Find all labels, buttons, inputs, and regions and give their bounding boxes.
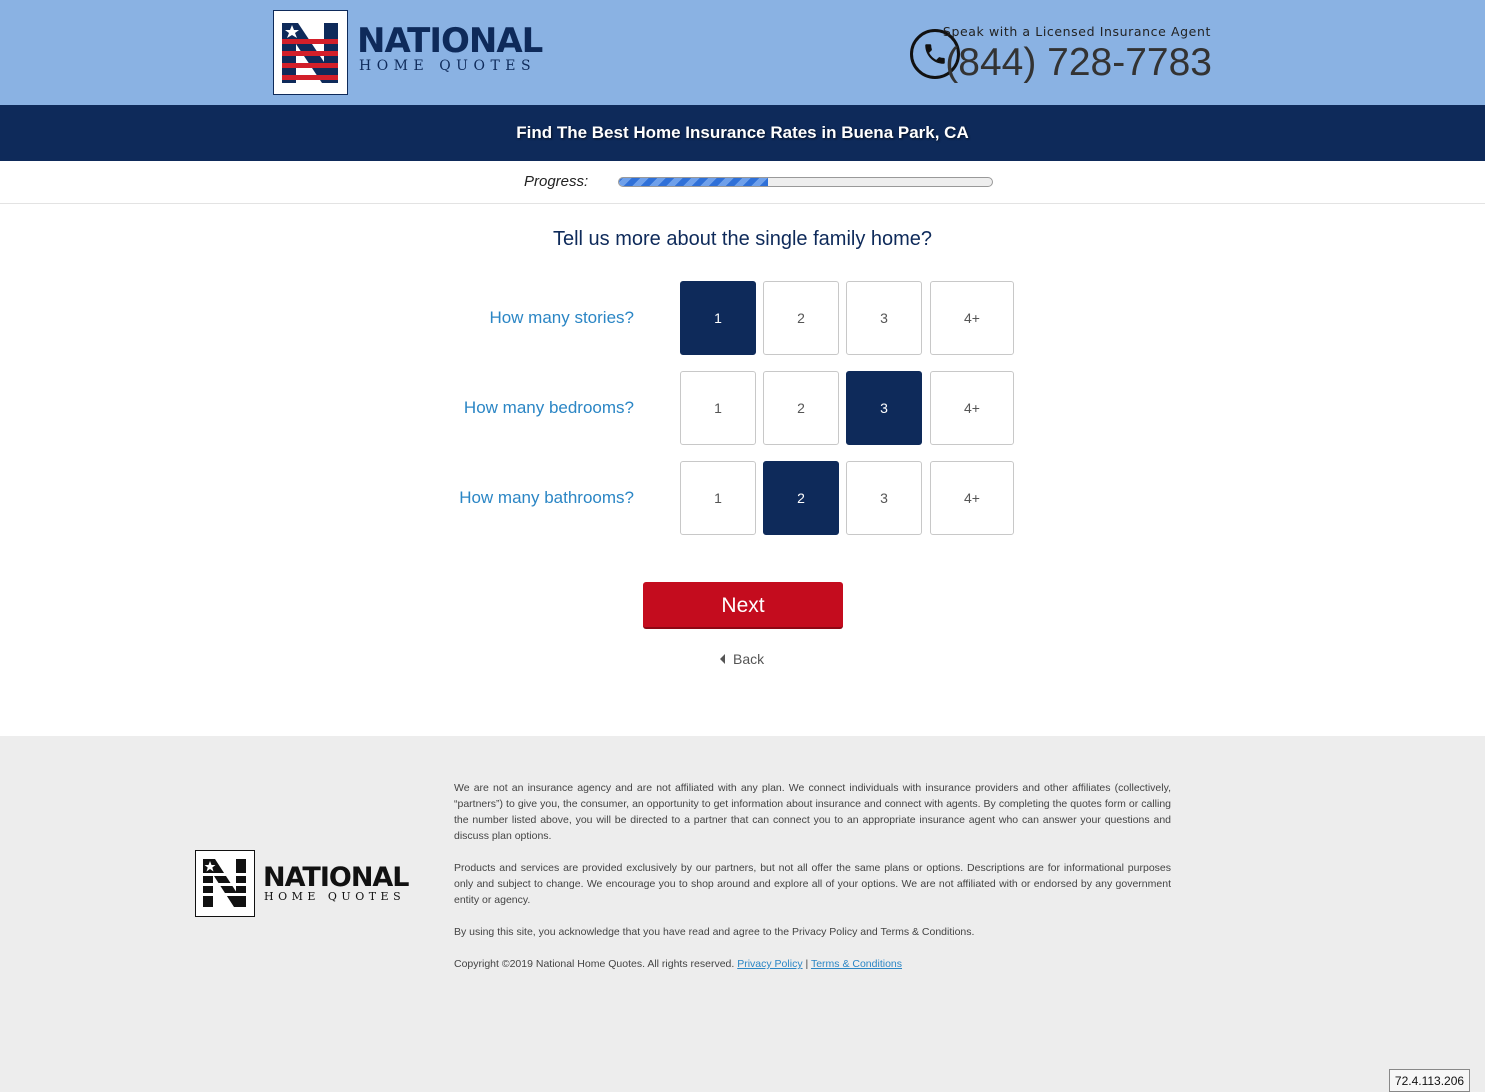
phone-number[interactable]: (844) 728-7783 <box>945 40 1212 86</box>
footer-logo[interactable]: NATIONAL HOME QUOTES <box>195 850 415 920</box>
speak-with-agent-text: Speak with a Licensed Insurance Agent <box>942 24 1211 39</box>
footer-logo-n-icon <box>195 850 255 917</box>
bathrooms-option-3[interactable]: 3 <box>846 461 922 535</box>
link-separator: | <box>805 958 809 970</box>
progress-label: Progress: <box>524 173 589 190</box>
bathrooms-option-4-plus[interactable]: 4+ <box>930 461 1014 535</box>
footer-copyright-row: Copyright ©2019 National Home Quotes. Al… <box>454 956 1171 972</box>
stories-option-1[interactable]: 1 <box>680 281 756 355</box>
bedrooms-option-4-plus[interactable]: 4+ <box>930 371 1014 445</box>
footer-logo-title: NATIONAL <box>263 862 410 893</box>
bathrooms-option-1[interactable]: 1 <box>680 461 756 535</box>
footer-disclaimer-2: Products and services are provided exclu… <box>454 862 1171 906</box>
bedrooms-option-2[interactable]: 2 <box>763 371 839 445</box>
form-title: Tell us more about the single family hom… <box>552 228 933 250</box>
footer-logo-subtitle: HOME QUOTES <box>264 890 406 903</box>
progress-bar <box>618 177 993 187</box>
footer-disclaimer-3: By using this site, you acknowledge that… <box>454 926 975 938</box>
terms-conditions-link[interactable]: Terms & Conditions <box>811 958 902 970</box>
logo-title: NATIONAL <box>357 21 543 61</box>
progress-section: Progress: <box>0 161 1485 204</box>
logo-flag-n-icon <box>273 10 348 95</box>
site-header: NATIONAL HOME QUOTES Speak with a Licens… <box>0 0 1485 105</box>
caret-left-icon <box>720 654 725 664</box>
question-label-bathrooms: How many bathrooms? <box>459 488 634 507</box>
stories-option-2[interactable]: 2 <box>763 281 839 355</box>
site-logo[interactable]: NATIONAL HOME QUOTES <box>273 10 548 96</box>
back-label: Back <box>733 651 765 667</box>
privacy-policy-link[interactable]: Privacy Policy <box>737 958 802 970</box>
logo-subtitle: HOME QUOTES <box>359 58 537 74</box>
question-label-bedrooms: How many bedrooms? <box>463 398 634 417</box>
phone-contact[interactable]: Speak with a Licensed Insurance Agent (8… <box>910 20 1215 90</box>
bathrooms-option-2[interactable]: 2 <box>763 461 839 535</box>
ip-address-badge: 72.4.113.206 <box>1389 1069 1470 1092</box>
footer-disclaimer-1: We are not an insurance agency and are n… <box>454 782 1171 842</box>
bedrooms-option-1[interactable]: 1 <box>680 371 756 445</box>
question-label-stories: How many stories? <box>489 308 634 327</box>
copyright-text: Copyright ©2019 National Home Quotes. Al… <box>454 958 735 970</box>
bedrooms-option-3[interactable]: 3 <box>846 371 922 445</box>
progress-bar-fill <box>619 178 769 186</box>
next-button[interactable]: Next <box>643 582 843 629</box>
page-banner: Find The Best Home Insurance Rates in Bu… <box>0 105 1485 161</box>
stories-option-4-plus[interactable]: 4+ <box>930 281 1014 355</box>
back-link[interactable]: Back <box>720 651 764 667</box>
stories-option-3[interactable]: 3 <box>846 281 922 355</box>
